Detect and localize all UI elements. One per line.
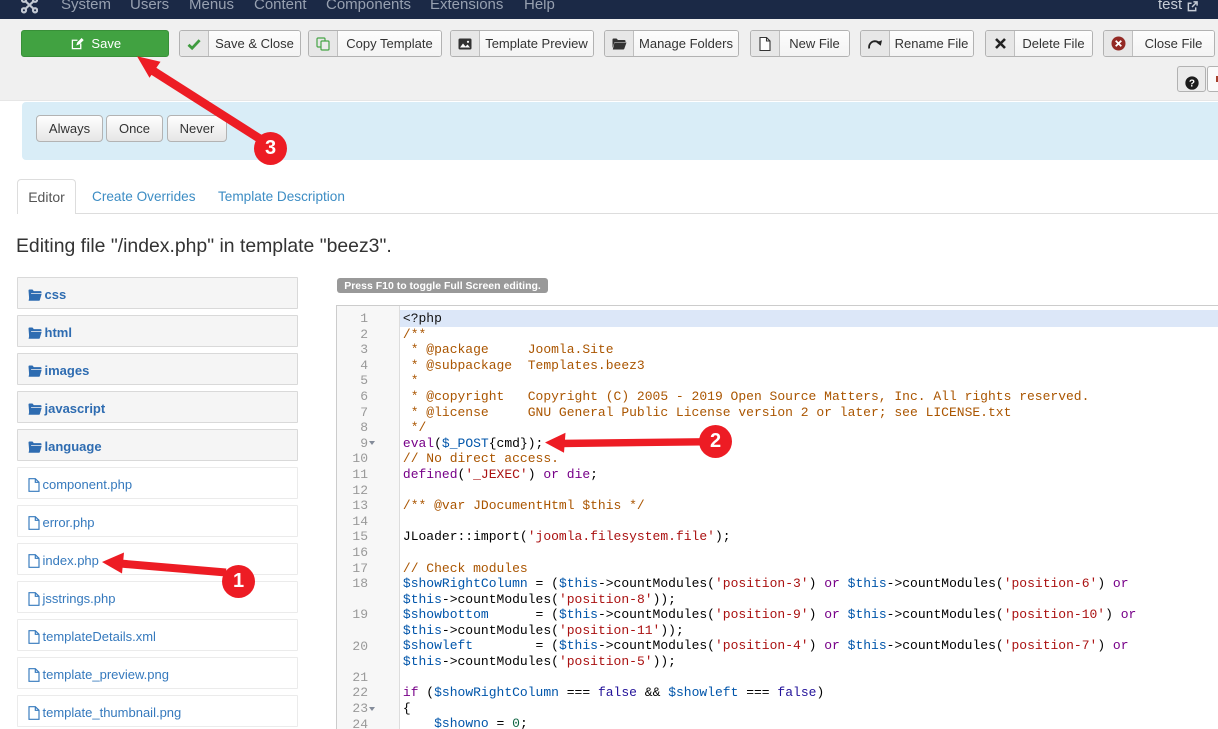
svg-text:?: ?	[1188, 78, 1194, 89]
